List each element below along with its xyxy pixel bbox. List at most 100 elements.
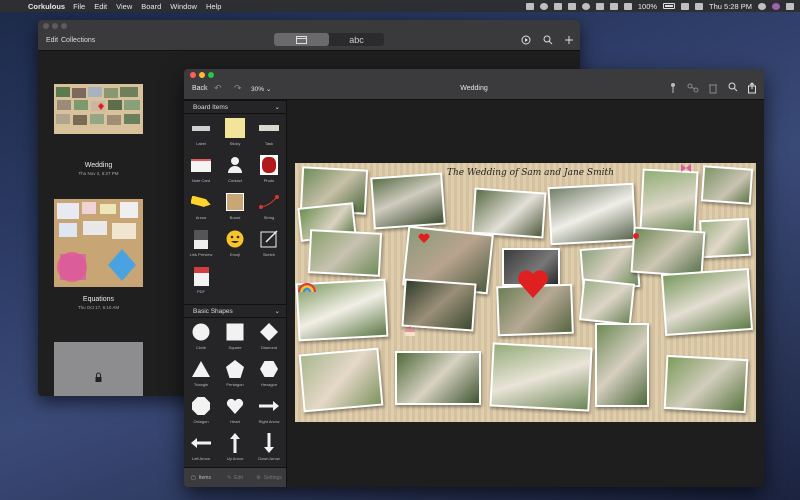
item-emoji[interactable]: Emoji — [218, 225, 252, 262]
grid-view-toggle[interactable] — [274, 33, 329, 46]
item-board[interactable]: Board — [218, 188, 252, 225]
item-sticky[interactable]: Sticky — [218, 114, 252, 151]
item-note-card[interactable]: Note Card — [184, 151, 218, 188]
photo-item[interactable] — [699, 217, 751, 259]
shape-octagon[interactable]: Octagon — [184, 392, 218, 429]
battery-icon[interactable] — [663, 3, 676, 9]
connect-icon[interactable] — [687, 82, 699, 94]
photo-item[interactable] — [307, 229, 383, 277]
close-button[interactable] — [190, 72, 196, 78]
eject-icon[interactable] — [681, 2, 690, 10]
menu-board[interactable]: Board — [141, 2, 161, 11]
item-label[interactable]: Label — [184, 114, 218, 151]
siri-icon[interactable] — [772, 2, 780, 10]
shape-right-arrow[interactable]: Right Arrow — [252, 392, 286, 429]
right-arrow-icon — [259, 396, 279, 416]
menubar-clock[interactable]: Thu 5:28 PM — [709, 2, 752, 11]
photo-item[interactable] — [370, 172, 446, 230]
photo-item[interactable] — [489, 342, 593, 412]
spotlight-search-icon[interactable] — [758, 2, 766, 10]
pin-icon[interactable] — [667, 82, 679, 94]
board-name-wedding[interactable]: Wedding — [54, 162, 143, 169]
shape-hexagon[interactable]: Hexagon — [252, 355, 286, 392]
photo-item[interactable] — [630, 226, 706, 278]
search-icon[interactable] — [727, 82, 739, 94]
item-task[interactable]: Task — [252, 114, 286, 151]
photo-item[interactable] — [547, 182, 637, 246]
time-machine-icon[interactable] — [581, 2, 590, 10]
board-heading-label[interactable]: The Wedding of Sam and Jane Smith — [447, 168, 614, 178]
menu-file[interactable]: File — [73, 2, 85, 11]
photo-item[interactable] — [660, 268, 754, 336]
photo-item[interactable] — [663, 354, 749, 414]
photo-item[interactable] — [595, 323, 649, 407]
add-icon[interactable] — [564, 35, 574, 45]
app-menu[interactable]: Corkulous — [28, 2, 65, 11]
drop-icon[interactable] — [553, 2, 562, 10]
minimize-button[interactable] — [199, 72, 205, 78]
shape-left-arrow[interactable]: Left Arrow — [184, 429, 218, 466]
photo-item[interactable] — [471, 187, 547, 239]
photo-item[interactable] — [395, 351, 481, 405]
item-pdf-text: PDF — [197, 289, 205, 294]
board-thumbnail-locked[interactable] — [54, 342, 143, 396]
close-button[interactable] — [43, 23, 49, 29]
item-arrow[interactable]: Arrow — [184, 188, 218, 225]
heart-shape[interactable] — [517, 269, 549, 299]
board-thumbnail-wedding[interactable] — [54, 84, 143, 134]
menu-help[interactable]: Help — [206, 2, 221, 11]
minimize-button[interactable] — [52, 23, 58, 29]
shape-square[interactable]: Square — [218, 318, 252, 355]
board-name-equations[interactable]: Equations — [54, 296, 143, 303]
tab-items[interactable]: ▢ Items — [184, 475, 218, 481]
shape-heart[interactable]: Heart — [218, 392, 252, 429]
shape-circle[interactable]: Circle — [184, 318, 218, 355]
photo-item[interactable] — [578, 278, 636, 326]
zoom-button[interactable] — [208, 72, 214, 78]
share-icon[interactable] — [521, 35, 531, 45]
item-string[interactable]: String — [252, 188, 286, 225]
bow-emoji[interactable] — [680, 163, 692, 173]
status-icon[interactable] — [567, 2, 576, 10]
photo-item[interactable] — [298, 347, 384, 413]
wifi-icon[interactable] — [623, 2, 632, 10]
board-items-header[interactable]: Board Items ⌄ — [184, 100, 286, 114]
shape-triangle[interactable]: Triangle — [184, 355, 218, 392]
shape-down-arrow[interactable]: Down Arrow — [252, 429, 286, 466]
heart-emoji[interactable] — [418, 233, 430, 243]
item-contact[interactable]: Contact — [218, 151, 252, 188]
creative-cloud-icon[interactable] — [539, 2, 548, 10]
basic-shapes-header[interactable]: Basic Shapes ⌄ — [184, 304, 286, 318]
tab-edit[interactable]: ✎ Edit — [218, 475, 252, 481]
edit-button[interactable]: Edit — [46, 37, 58, 44]
item-sketch[interactable]: Sketch — [252, 225, 286, 262]
shape-diamond[interactable]: Diamond — [252, 318, 286, 355]
zoom-button[interactable] — [61, 23, 67, 29]
menu-edit[interactable]: Edit — [94, 2, 107, 11]
photo-item[interactable] — [639, 168, 699, 234]
dropbox-icon[interactable] — [525, 2, 534, 10]
bluetooth-icon[interactable] — [609, 2, 618, 10]
collections-button[interactable]: Collections — [61, 37, 95, 44]
shape-pentagon[interactable]: Pentagon — [218, 355, 252, 392]
menu-view[interactable]: View — [116, 2, 132, 11]
shape-up-arrow[interactable]: Up Arrow — [218, 429, 252, 466]
rainbow-emoji[interactable] — [297, 279, 317, 293]
item-photo[interactable]: Photo — [252, 151, 286, 188]
cork-board-canvas[interactable]: The Wedding of Sam and Jane Smith — [295, 163, 756, 422]
item-link-preview[interactable]: Link Preview — [184, 225, 218, 262]
share-icon[interactable] — [746, 82, 758, 94]
volume-icon[interactable] — [695, 2, 704, 10]
cake-emoji[interactable] — [403, 323, 417, 337]
trash-icon[interactable] — [707, 82, 719, 94]
photo-item[interactable] — [700, 165, 754, 205]
search-icon[interactable] — [543, 35, 553, 45]
board-thumbnail-equations[interactable] — [54, 199, 143, 287]
menu-window[interactable]: Window — [170, 2, 197, 11]
notification-center-icon[interactable] — [786, 2, 794, 10]
screen-icon[interactable] — [595, 2, 604, 10]
tab-settings[interactable]: ⚙ Settings — [252, 475, 286, 481]
emoji-icon — [225, 229, 245, 249]
text-view-toggle[interactable]: abc — [329, 33, 384, 46]
item-pdf[interactable]: PDF — [184, 262, 218, 299]
